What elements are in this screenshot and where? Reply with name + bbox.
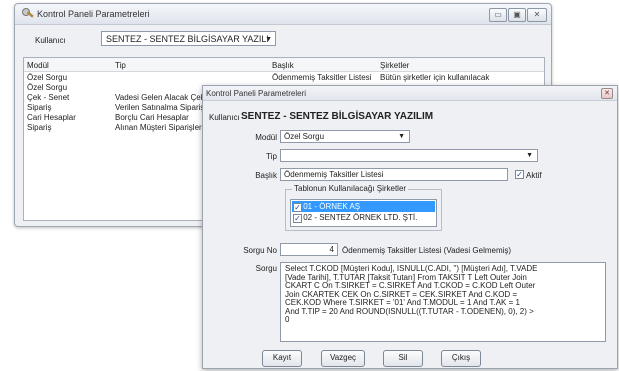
front-window-titlebar[interactable]: Kontrol Paneli Parametreleri ✕ [203,86,617,101]
baslik-label: Başlık [255,171,277,180]
list-item[interactable]: ✓ 02 - SENTEZ ÖRNEK LTD. ŞTİ. [292,212,435,223]
save-button[interactable]: Kayıt [262,350,302,367]
cell-tip: Vadesi Gelen Alacak Çek [115,93,205,102]
sorgu-label: Sorgu [255,264,277,273]
cell-modul: Özel Sorgu [27,73,68,82]
user-combo-value: SENTEZ - SENTEZ BİLGİSAYAR YAZILI [106,34,269,44]
tip-label: Tip [266,152,277,161]
sorgu-line: And T.TIP = 20 And ROUND(ISNULL((T.TUTAR… [285,306,534,316]
column-header[interactable]: Şirketler [380,61,409,70]
modul-select-value: Özel Sorgu [284,132,325,141]
front-window: Kontrol Paneli Parametreleri ✕ Kullanıcı… [202,85,618,369]
companies-group: Tablonun Kullanılacağı Şirketler ✓ 01 - … [285,184,442,231]
company-label: 01 - ÖRNEK AŞ [303,202,361,211]
close-button[interactable]: ✕ [601,88,613,99]
grid-header: Modül Tip Başlık Şirketler [24,58,544,72]
cell-modul: Çek - Senet [27,93,70,102]
cell-tip: Alınan Müşteri Siparişleri [115,123,204,132]
chevron-down-icon[interactable]: ▼ [265,32,272,47]
user-value: SENTEZ - SENTEZ BİLGİSAYAR YAZILIM [241,111,434,122]
chevron-down-icon[interactable]: ▼ [526,150,533,161]
cell-baslik: Ödenmemiş Taksitler Listesi [272,73,372,82]
close-button[interactable]: ✕ [527,8,547,22]
column-header[interactable]: Modül [27,61,49,70]
settings-tools-icon [22,8,34,18]
modul-select[interactable]: Özel Sorgu ▼ [280,130,410,143]
baslik-input-value: Ödenmemiş Taksitler Listesi [284,170,384,179]
list-item[interactable]: ✓ 01 - ÖRNEK AŞ [292,201,435,212]
aktif-checkbox[interactable]: ✓ [515,170,524,179]
user-label: Kullanıcı [209,113,240,122]
sorgu-no-label: Sorgu No [243,246,277,255]
companies-group-title: Tablonun Kullanılacağı Şirketler [292,184,409,193]
front-window-title: Kontrol Paneli Parametreleri [206,89,307,98]
company-checkbox[interactable]: ✓ [293,214,302,223]
cell-tip: Borçlu Cari Hesaplar [115,113,189,122]
back-window-titlebar[interactable]: Kontrol Paneli Parametreleri ▭ ▣ ✕ [15,4,551,25]
cell-sirket: Bütün şirketler için kullanılacak [380,73,490,82]
chevron-down-icon[interactable]: ▼ [398,131,405,142]
sorgu-textarea[interactable]: Select T.CKOD [Müşteri Kodu], ISNULL(C.A… [280,262,606,342]
exit-button[interactable]: Çıkış [441,350,481,367]
aktif-label: Aktif [526,171,542,180]
cell-modul: Sipariş [27,103,52,112]
maximize-button[interactable]: ▣ [508,8,526,22]
delete-button[interactable]: Sil [383,350,423,367]
cell-tip: Verilen Satınalma Siparişl [115,103,207,112]
column-header[interactable]: Başlık [272,61,294,70]
sorgu-no-input[interactable]: 4 [280,243,338,256]
cancel-button[interactable]: Vazgeç [321,350,365,367]
baslik-input[interactable]: Ödenmemiş Taksitler Listesi [280,168,508,181]
companies-list[interactable]: ✓ 01 - ÖRNEK AŞ ✓ 02 - SENTEZ ÖRNEK LTD.… [290,199,437,227]
company-checkbox[interactable]: ✓ [293,203,302,212]
minimize-button[interactable]: ▭ [489,8,507,22]
table-row[interactable]: Özel Sorgu Ödenmemiş Taksitler Listesi B… [24,73,544,82]
cell-modul: Sipariş [27,123,52,132]
company-label: 02 - SENTEZ ÖRNEK LTD. ŞTİ. [303,213,418,222]
user-label: Kullanıcı [35,36,66,45]
tip-select[interactable]: ▼ [280,149,538,162]
sorgu-no-description: Ödenmemiş Taksitler Listesi (Vadesi Gelm… [342,246,512,255]
sorgu-line: 0 [285,315,290,324]
cell-modul: Cari Hesaplar [27,113,76,122]
column-header[interactable]: Tip [115,61,126,70]
modul-label: Modül [255,133,277,142]
cell-modul: Özel Sorgu [27,83,68,92]
user-combo[interactable]: SENTEZ - SENTEZ BİLGİSAYAR YAZILI ▼ [101,31,276,46]
back-window-title: Kontrol Paneli Parametreleri [37,9,150,19]
sorgu-no-value: 4 [329,245,334,254]
